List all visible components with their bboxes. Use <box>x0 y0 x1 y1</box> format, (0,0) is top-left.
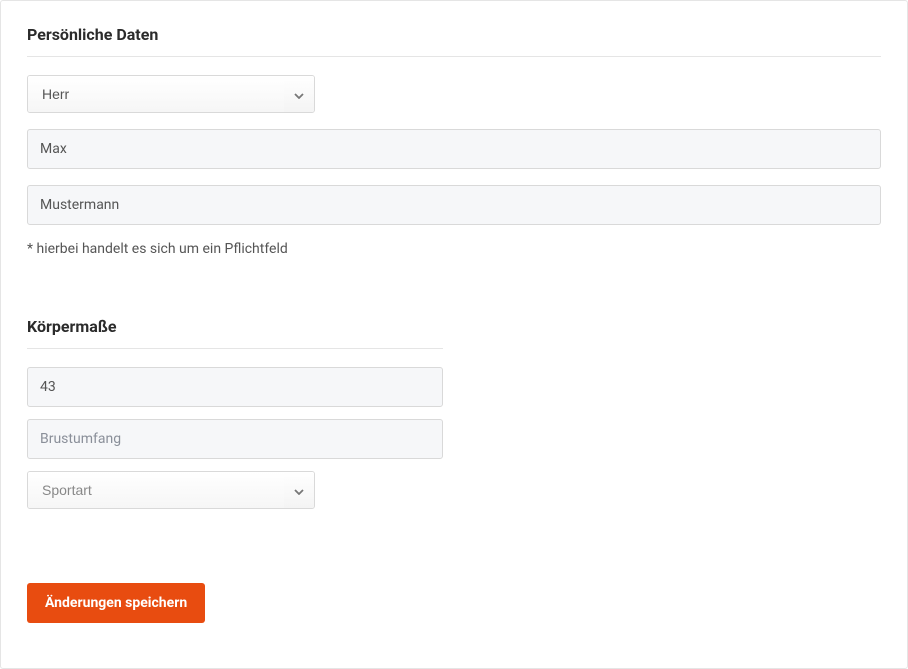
save-button[interactable]: Änderungen speichern <box>27 583 205 623</box>
salutation-dropdown-arrow[interactable] <box>284 76 314 112</box>
chevron-down-icon <box>294 87 304 102</box>
last-name-input[interactable] <box>27 185 881 225</box>
divider <box>27 56 881 57</box>
sport-dropdown-arrow[interactable] <box>284 472 314 508</box>
sport-value[interactable]: Sportart <box>28 472 284 508</box>
personal-data-title: Persönliche Daten <box>27 25 881 44</box>
body-measurements-section: Körpermaße Sportart <box>27 317 443 509</box>
salutation-select[interactable]: Herr <box>27 75 315 113</box>
sport-select[interactable]: Sportart <box>27 471 315 509</box>
body-measurements-title: Körpermaße <box>27 317 443 336</box>
required-hint: * hierbei handelt es sich um ein Pflicht… <box>27 241 881 257</box>
chevron-down-icon <box>294 483 304 498</box>
profile-panel: Persönliche Daten Herr * hierbei handelt… <box>0 0 908 669</box>
form-actions: Änderungen speichern <box>27 583 881 623</box>
first-name-input[interactable] <box>27 129 881 169</box>
chest-input[interactable] <box>27 419 443 459</box>
salutation-value[interactable]: Herr <box>28 76 284 112</box>
size-input[interactable] <box>27 367 443 407</box>
divider <box>27 348 443 349</box>
